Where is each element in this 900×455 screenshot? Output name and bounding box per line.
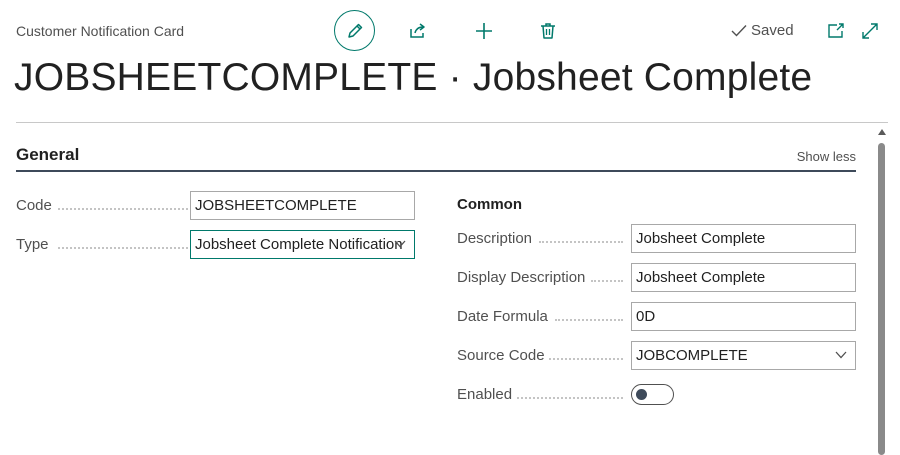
code-input[interactable]: JOBSHEETCOMPLETE <box>190 191 415 220</box>
saved-label: Saved <box>751 22 794 39</box>
type-select[interactable]: Jobsheet Complete Notification <box>190 230 415 259</box>
description-field-row: Description Jobsheet Complete <box>457 224 857 254</box>
general-section-header: General Show less <box>16 140 856 172</box>
scroll-up-arrow-icon[interactable] <box>878 129 886 135</box>
code-label: Code <box>16 197 52 214</box>
leader-dots <box>539 241 623 243</box>
delete-button[interactable] <box>535 18 561 44</box>
plus-icon <box>476 23 492 39</box>
expand-icon <box>862 23 878 39</box>
open-in-new-window-icon <box>828 23 844 38</box>
code-field-row: Code JOBSHEETCOMPLETE <box>16 191 416 221</box>
type-label: Type <box>16 236 49 253</box>
type-field-row: Type Jobsheet Complete Notification <box>16 230 416 260</box>
enabled-label: Enabled <box>457 386 513 403</box>
common-group-title: Common <box>457 196 522 213</box>
leader-dots <box>555 319 623 321</box>
display-description-field-row: Display Description Jobsheet Complete <box>457 263 857 293</box>
checkmark-icon <box>731 24 747 37</box>
title-divider <box>16 122 888 123</box>
enabled-field-row: Enabled <box>457 380 857 410</box>
toggle-knob <box>636 388 647 400</box>
page-title: JOBSHEETCOMPLETE · Jobsheet Complete <box>14 56 813 99</box>
source-code-label: Source Code <box>457 347 545 364</box>
chevron-down-icon <box>394 240 406 248</box>
date-formula-field-row: Date Formula 0D <box>457 302 857 332</box>
leader-dots <box>58 247 192 249</box>
description-input[interactable]: Jobsheet Complete <box>631 224 856 253</box>
enabled-toggle[interactable] <box>631 384 674 405</box>
date-formula-label: Date Formula <box>457 308 548 325</box>
new-button[interactable] <box>471 18 497 44</box>
pencil-icon <box>347 23 362 38</box>
date-formula-input[interactable]: 0D <box>631 302 856 331</box>
trash-icon <box>541 23 555 39</box>
description-label: Description <box>457 230 533 247</box>
chevron-down-icon <box>835 351 847 359</box>
display-description-label: Display Description <box>457 269 586 286</box>
open-new-window-button[interactable] <box>824 19 848 43</box>
share-button[interactable] <box>405 18 431 44</box>
edit-button[interactable] <box>334 10 375 51</box>
leader-dots <box>517 397 623 399</box>
source-code-select-value: JOBCOMPLETE <box>636 347 748 364</box>
leader-dots <box>58 208 192 210</box>
leader-dots <box>549 358 623 360</box>
share-icon <box>410 23 425 38</box>
type-select-value: Jobsheet Complete Notification <box>195 236 403 253</box>
scroll-thumb[interactable] <box>878 143 885 455</box>
expand-button[interactable] <box>858 19 882 43</box>
section-title: General <box>16 145 80 164</box>
saved-status: Saved <box>731 22 794 39</box>
source-code-field-row: Source Code JOBCOMPLETE <box>457 341 857 371</box>
leader-dots <box>591 280 623 282</box>
show-less-link[interactable]: Show less <box>797 149 856 164</box>
display-description-input[interactable]: Jobsheet Complete <box>631 263 856 292</box>
vertical-scrollbar[interactable] <box>876 127 888 455</box>
source-code-select[interactable]: JOBCOMPLETE <box>631 341 856 370</box>
